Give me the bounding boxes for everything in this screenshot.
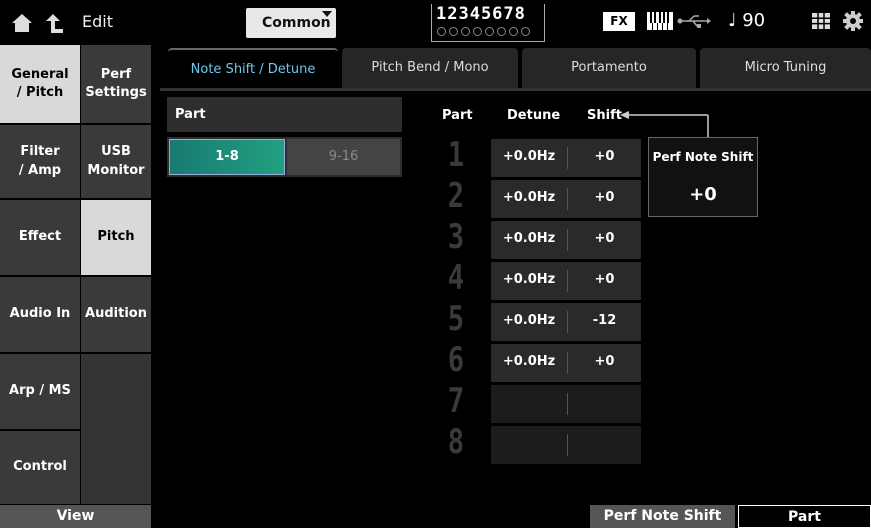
part-number: 8 [447,422,465,462]
nav-arp-ms[interactable]: Arp / MS [0,354,80,429]
keyboard-icon [647,12,673,30]
part-number: 6 [447,340,465,380]
detune-value[interactable]: +0.0Hz [491,354,567,369]
part-number: 2 [447,176,465,216]
shift-value[interactable]: +0 [568,272,641,287]
nav-effect[interactable]: Effect [0,200,80,275]
part-number: 1 [447,135,465,175]
shift-value[interactable]: +0 [568,190,641,205]
common-button[interactable]: Common [246,8,336,38]
nav-usb-monitor[interactable]: USB Monitor [81,125,151,198]
common-label: Common [262,15,331,31]
table-row[interactable]: +0.0Hz +0 [491,344,641,382]
nav-filter-amp[interactable]: Filter / Amp [0,125,80,198]
table-row [491,426,641,464]
tab-micro-tuning[interactable]: Micro Tuning [700,48,871,88]
nav-perf-settings[interactable]: Perf Settings [81,45,151,123]
table-row[interactable]: +0.0Hz +0 [491,221,641,259]
shift-value[interactable]: -12 [568,313,641,328]
part-select: 1-8 9-16 [167,137,402,177]
nav-label: Effect [18,229,62,245]
shift-value[interactable]: +0 [568,149,641,164]
detune-value[interactable]: +0.0Hz [491,149,567,164]
home-icon[interactable] [11,13,33,33]
detune-value[interactable]: +0.0Hz [491,313,567,328]
part-select-header: Part [167,97,402,132]
nav-label: Arp / MS [9,383,71,399]
top-bar: Edit Common 12345678 FX ♩ 90 [0,0,871,43]
detune-value[interactable]: +0.0Hz [491,231,567,246]
detune-value[interactable]: +0.0Hz [491,272,567,287]
nav-label: Audio In [9,306,71,322]
part-indicator: 12345678 [431,4,545,42]
perf-note-shift-value[interactable]: +0 [649,184,757,205]
grid-icon[interactable] [812,13,830,29]
nav-control[interactable]: Control [0,431,80,504]
part-number: 7 [447,381,465,421]
part-option-9-16[interactable]: 9-16 [287,139,400,175]
part-number: 5 [447,299,465,339]
col-header-detune: Detune [507,108,561,123]
tab-portamento[interactable]: Portamento [522,48,696,88]
part-option-1-8[interactable]: 1-8 [169,139,285,175]
nav-label: Perf Settings [85,66,147,100]
table-row[interactable]: +0.0Hz -12 [491,303,641,341]
table-row [491,385,641,423]
nav-label: Control [13,459,67,475]
nav-audio-in[interactable]: Audio In [0,277,80,352]
table-row[interactable]: +0.0Hz +0 [491,180,641,218]
shift-value[interactable]: +0 [568,231,641,246]
table-row[interactable]: +0.0Hz +0 [491,139,641,177]
nav-audition[interactable]: Audition [81,277,151,352]
nav-label: General / Pitch [11,66,69,100]
col-header-part: Part [442,108,473,123]
link-arrow-icon [620,111,709,140]
part-number: 3 [447,217,465,257]
nav-empty-slot [81,354,151,504]
nav-label: USB Monitor [87,144,145,178]
nav-label: Audition [85,306,147,322]
nav-pitch[interactable]: Pitch [81,200,151,275]
fx-badge: FX [603,12,635,31]
row-separator [567,434,568,456]
tempo-display[interactable]: ♩ 90 [728,10,765,31]
nav-general-pitch[interactable]: General / Pitch [0,45,80,123]
nav-label: Filter / Amp [18,144,62,178]
shift-value[interactable]: +0 [568,354,641,369]
edit-label: Edit [82,12,113,31]
view-button[interactable]: View [0,505,151,528]
usb-icon [677,15,711,28]
dropdown-arrow-icon [322,11,332,17]
part-select-label: Part [175,107,206,122]
detune-value[interactable]: +0.0Hz [491,190,567,205]
tab-pitch-bend-mono[interactable]: Pitch Bend / Mono [342,48,518,88]
nav-label: Pitch [97,229,135,245]
tab-divider [160,88,871,91]
part-number: 4 [447,258,465,298]
gear-icon[interactable] [843,11,863,31]
up-icon[interactable] [44,12,64,34]
part-dots [437,27,530,36]
row-separator [567,393,568,415]
tab-note-shift-detune[interactable]: Note Shift / Detune [168,48,338,88]
perf-note-shift-title: Perf Note Shift [652,150,754,164]
perf-note-shift-box[interactable]: Perf Note Shift +0 [648,137,758,217]
table-row[interactable]: +0.0Hz +0 [491,262,641,300]
part-digits: 12345678 [436,4,526,24]
col-header-shift: Shift [587,108,622,123]
perf-note-shift-button[interactable]: Perf Note Shift [590,505,735,528]
part-button[interactable]: Part [738,505,871,528]
